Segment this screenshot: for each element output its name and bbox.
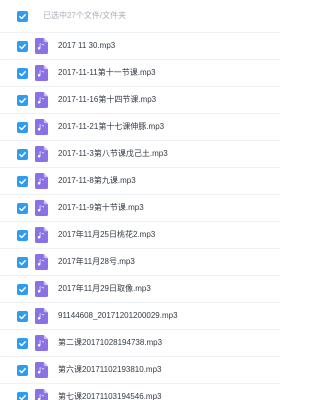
file-list: 2017 11 30.mp3 2017-11-11第十一节课.mp3 2017-11… (0, 33, 280, 400)
file-row[interactable]: 2017-11-21第十七课伸豚.mp3 (0, 114, 280, 141)
check-icon (19, 394, 26, 400)
check-icon (19, 151, 26, 158)
row-checkbox[interactable] (17, 392, 28, 400)
audio-file-icon (35, 173, 48, 189)
check-icon (19, 286, 26, 293)
audio-file-icon (35, 92, 48, 108)
check-icon (19, 259, 26, 266)
row-checkbox[interactable] (17, 41, 28, 52)
file-row[interactable]: 2017年11月25日桃花2.mp3 (0, 222, 280, 249)
file-list-panel: 已选中27个文件/文件夹 2017 11 30.mp3 2017-11-11第十一… (0, 0, 280, 400)
row-checkbox[interactable] (17, 284, 28, 295)
file-row[interactable]: 2017-11-16第十四节课.mp3 (0, 87, 280, 114)
check-icon (19, 178, 26, 185)
file-name: 91144608_20171201200029.mp3 (58, 311, 178, 320)
row-checkbox[interactable] (17, 311, 28, 322)
check-icon (19, 313, 26, 320)
check-icon (19, 232, 26, 239)
file-row[interactable]: 91144608_20171201200029.mp3 (0, 303, 280, 330)
check-icon (19, 124, 26, 131)
check-icon (19, 43, 26, 50)
row-checkbox[interactable] (17, 149, 28, 160)
file-name: 2017-11-21第十七课伸豚.mp3 (58, 122, 165, 131)
audio-file-icon (35, 389, 48, 400)
audio-file-icon (35, 146, 48, 162)
row-checkbox[interactable] (17, 230, 28, 241)
file-row[interactable]: 第七课20171103194546.mp3 (0, 384, 280, 400)
audio-file-icon (35, 200, 48, 216)
file-name: 2017 11 30.mp3 (58, 41, 116, 50)
file-name: 2017-11-16第十四节课.mp3 (58, 95, 157, 104)
audio-file-icon (35, 119, 48, 135)
check-icon (19, 367, 26, 374)
audio-file-icon (35, 281, 48, 297)
row-checkbox[interactable] (17, 203, 28, 214)
file-row[interactable]: 2017年11月28号.mp3 (0, 249, 280, 276)
check-icon (19, 13, 26, 20)
select-all-checkbox[interactable] (17, 11, 28, 22)
row-checkbox[interactable] (17, 257, 28, 268)
file-row[interactable]: 2017-11-3第八节课戊己土.mp3 (0, 141, 280, 168)
file-name: 第二课20171028194738.mp3 (58, 338, 163, 347)
file-row[interactable]: 第二课20171028194738.mp3 (0, 330, 280, 357)
file-row[interactable]: 2017-11-8第九课.mp3 (0, 168, 280, 195)
selection-count-label: 已选中27个文件/文件夹 (43, 11, 127, 20)
file-row[interactable]: 2017 11 30.mp3 (0, 33, 280, 60)
check-icon (19, 97, 26, 104)
file-row[interactable]: 2017-11-9第十节课.mp3 (0, 195, 280, 222)
row-checkbox[interactable] (17, 338, 28, 349)
check-icon (19, 205, 26, 212)
file-name: 2017年11月28号.mp3 (58, 257, 135, 266)
file-row[interactable]: 2017年11月29日取像.mp3 (0, 276, 280, 303)
audio-file-icon (35, 227, 48, 243)
file-name: 2017-11-3第八节课戊己土.mp3 (58, 149, 168, 158)
audio-file-icon (35, 335, 48, 351)
row-checkbox[interactable] (17, 176, 28, 187)
file-name: 2017-11-8第九课.mp3 (58, 176, 136, 185)
file-name: 2017年11月29日取像.mp3 (58, 284, 151, 293)
file-name: 第六课20171102193810.mp3 (58, 365, 162, 374)
row-checkbox[interactable] (17, 365, 28, 376)
selection-header: 已选中27个文件/文件夹 (0, 0, 280, 33)
row-checkbox[interactable] (17, 122, 28, 133)
check-icon (19, 340, 26, 347)
audio-file-icon (35, 308, 48, 324)
file-row[interactable]: 2017-11-11第十一节课.mp3 (0, 60, 280, 87)
check-icon (19, 70, 26, 77)
audio-file-icon (35, 254, 48, 270)
audio-file-icon (35, 362, 48, 378)
row-checkbox[interactable] (17, 68, 28, 79)
file-name: 2017-11-11第十一节课.mp3 (58, 68, 156, 77)
file-name: 第七课20171103194546.mp3 (58, 392, 162, 400)
audio-file-icon (35, 65, 48, 81)
file-name: 2017-11-9第十节课.mp3 (58, 203, 144, 212)
row-checkbox[interactable] (17, 95, 28, 106)
file-row[interactable]: 第六课20171102193810.mp3 (0, 357, 280, 384)
file-name: 2017年11月25日桃花2.mp3 (58, 230, 156, 239)
audio-file-icon (35, 38, 48, 54)
